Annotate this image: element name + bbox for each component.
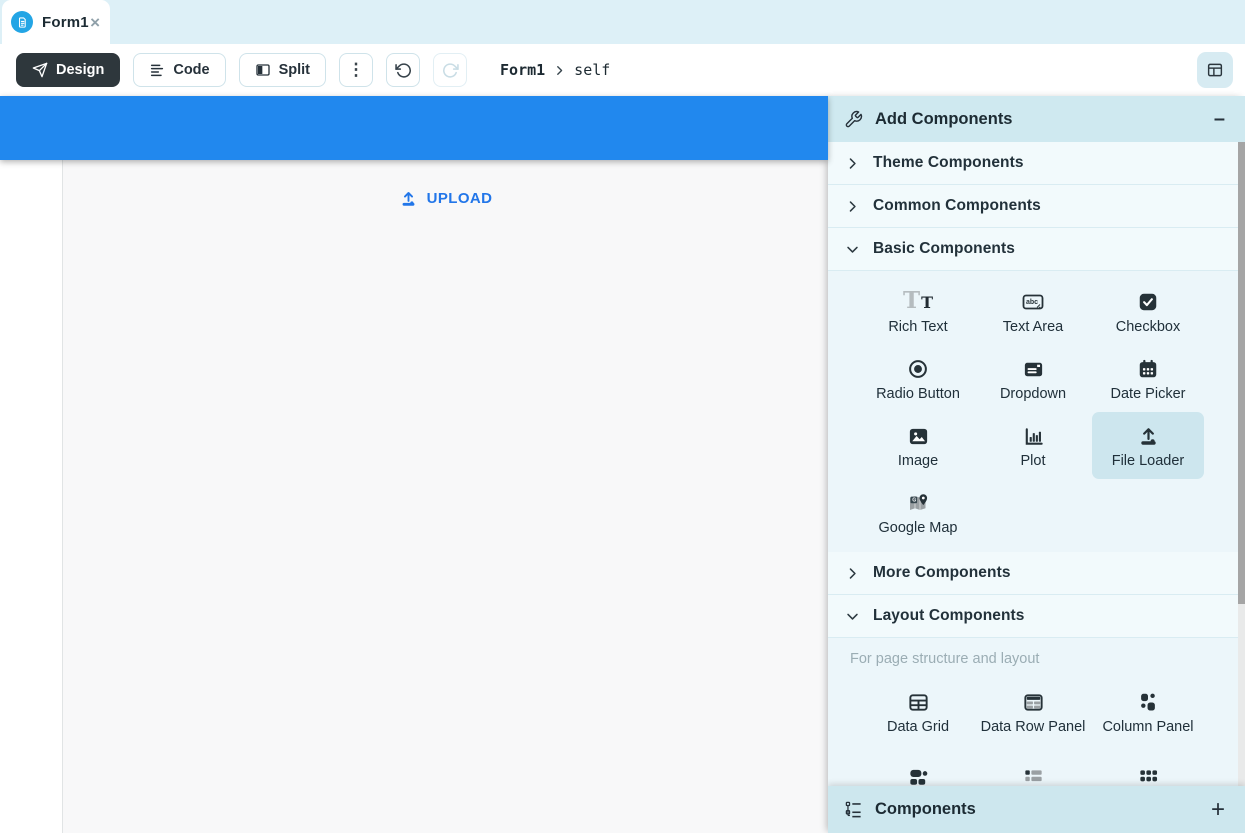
code-button-label: Code xyxy=(173,62,209,78)
category-theme-components[interactable]: Theme Components xyxy=(828,142,1245,185)
file-loader-icon xyxy=(1137,423,1160,450)
kebab-menu-icon: ⋮ xyxy=(348,60,365,80)
radio-button-icon xyxy=(907,356,929,383)
component-tile-google-map[interactable]: G Google Map xyxy=(862,479,974,546)
close-icon[interactable]: × xyxy=(90,14,100,31)
paper-plane-icon xyxy=(32,62,48,78)
chevron-down-icon xyxy=(844,241,860,257)
column-panel-icon xyxy=(1137,689,1159,716)
date-picker-icon xyxy=(1137,356,1159,383)
breadcrumb: Form1 self xyxy=(500,61,610,79)
design-button[interactable]: Design xyxy=(16,53,120,87)
breadcrumb-form1[interactable]: Form1 xyxy=(500,61,545,79)
image-icon xyxy=(907,423,930,450)
add-components-panel: Add Components – Theme Components Common… xyxy=(828,96,1245,833)
undo-icon xyxy=(395,62,412,79)
collapse-panel-icon[interactable]: – xyxy=(1214,109,1229,129)
category-common-components[interactable]: Common Components xyxy=(828,185,1245,228)
panel-title: Add Components xyxy=(875,110,1202,129)
sidebar-scrollbar-thumb[interactable] xyxy=(1238,142,1245,604)
toolbar: Design Code Split ⋮ xyxy=(0,44,1245,96)
tab-bar: Form1 × xyxy=(0,0,1245,44)
category-basic-components[interactable]: Basic Components xyxy=(828,228,1245,271)
component-tile-radio-button[interactable]: Radio Button xyxy=(862,345,974,412)
form-content-surface[interactable]: UPLOAD xyxy=(62,160,828,833)
chevron-right-icon xyxy=(844,198,860,214)
google-map-icon: G xyxy=(906,490,930,517)
tab-form1[interactable]: Form1 × xyxy=(2,0,110,44)
svg-text:abc: abc xyxy=(1026,299,1038,306)
component-tile-column-panel[interactable]: Column Panel xyxy=(1092,678,1204,745)
component-tile-file-loader[interactable]: File Loader xyxy=(1092,412,1204,479)
svg-text:G: G xyxy=(912,498,916,504)
split-button-label: Split xyxy=(279,62,310,78)
data-row-panel-icon xyxy=(1022,689,1045,716)
text-area-icon: abc xyxy=(1021,289,1045,316)
data-grid-icon xyxy=(907,689,930,716)
component-tile-data-grid[interactable]: Data Grid xyxy=(862,678,974,745)
components-panel-title: Components xyxy=(875,800,1199,819)
file-loader-component[interactable]: UPLOAD xyxy=(63,189,828,208)
layout-section-description: For page structure and layout xyxy=(828,638,1245,671)
component-tile-plot[interactable]: Plot xyxy=(977,412,1089,479)
design-canvas: UPLOAD xyxy=(0,96,828,833)
category-more-components[interactable]: More Components xyxy=(828,552,1245,595)
tab-label: Form1 xyxy=(42,14,89,31)
chevron-right-icon xyxy=(844,565,860,581)
component-tile-image[interactable]: Image xyxy=(862,412,974,479)
plot-icon xyxy=(1022,423,1045,450)
component-tile-date-picker[interactable]: Date Picker xyxy=(1092,345,1204,412)
chevron-right-icon xyxy=(844,155,860,171)
chevron-right-icon xyxy=(554,65,565,76)
component-tile-dropdown[interactable]: Dropdown xyxy=(977,345,1089,412)
component-tile-rich-text[interactable]: TT Rich Text xyxy=(862,278,974,345)
components-tree-header[interactable]: Components + xyxy=(828,786,1245,833)
split-button[interactable]: Split xyxy=(239,53,326,87)
form-title-bar[interactable] xyxy=(0,96,828,160)
form-document-icon xyxy=(11,11,33,33)
upload-icon xyxy=(399,189,418,208)
basic-components-grid: TT Rich Text abc Text Area xyxy=(828,271,1245,552)
design-button-label: Design xyxy=(56,62,104,78)
checkbox-icon xyxy=(1137,289,1159,316)
chevron-down-icon xyxy=(844,608,860,624)
more-options-button[interactable]: ⋮ xyxy=(339,53,373,87)
undo-button[interactable] xyxy=(386,53,420,87)
wrench-icon xyxy=(844,110,863,129)
add-icon[interactable]: + xyxy=(1211,798,1229,822)
category-layout-components[interactable]: Layout Components xyxy=(828,595,1245,638)
breadcrumb-self[interactable]: self xyxy=(574,61,610,79)
split-pane-icon xyxy=(255,62,271,78)
main-area: UPLOAD Add Components – Theme Components xyxy=(0,96,1245,833)
dropdown-icon xyxy=(1022,356,1045,383)
layout-panel-icon xyxy=(1206,61,1224,79)
upload-label: UPLOAD xyxy=(427,190,493,207)
code-button[interactable]: Code xyxy=(133,53,225,87)
component-tile-data-row-panel[interactable]: Data Row Panel xyxy=(977,678,1089,745)
rich-text-icon: TT xyxy=(903,289,933,316)
redo-icon xyxy=(442,62,459,79)
component-tile-text-area[interactable]: abc Text Area xyxy=(977,278,1089,345)
redo-button[interactable] xyxy=(433,53,467,87)
align-left-icon xyxy=(149,62,165,78)
sidebar-scrollbar-track[interactable] xyxy=(1238,142,1245,786)
toggle-sidebar-button[interactable] xyxy=(1197,52,1233,88)
add-components-header[interactable]: Add Components – xyxy=(828,96,1245,142)
components-tree-icon xyxy=(844,800,863,819)
component-tile-checkbox[interactable]: Checkbox xyxy=(1092,278,1204,345)
